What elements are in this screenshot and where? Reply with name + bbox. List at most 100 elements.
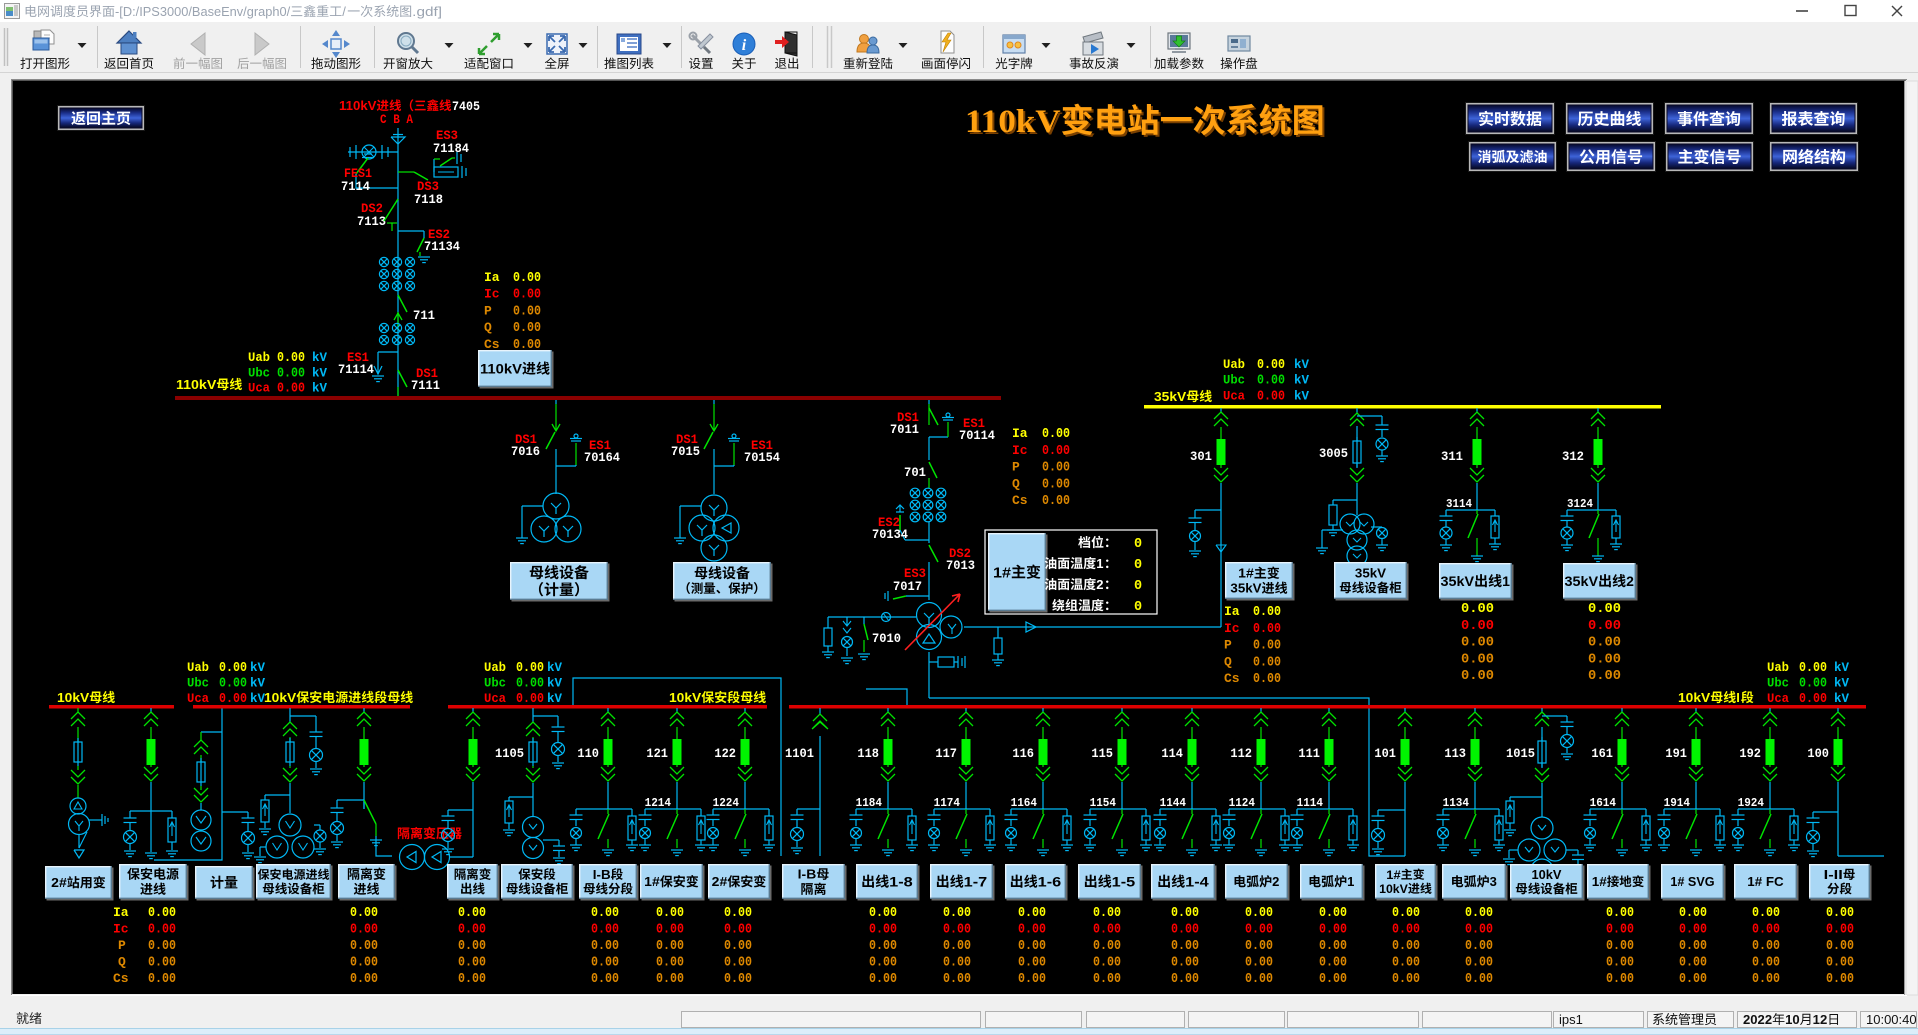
svg-text:0.00: 0.00 <box>1253 639 1281 654</box>
svg-text:0.00: 0.00 <box>513 288 541 303</box>
svg-text:0.00: 0.00 <box>1461 601 1494 617</box>
svg-text:71184: 71184 <box>433 141 469 156</box>
svg-text:0.00: 0.00 <box>148 956 176 971</box>
svg-text:0.00: 0.00 <box>869 956 897 971</box>
svg-text:1124: 1124 <box>1229 796 1255 810</box>
svg-text:0.00: 0.00 <box>1319 939 1347 954</box>
svg-text:0.00: 0.00 <box>1606 939 1634 954</box>
svg-text:1#: 1# <box>644 874 660 889</box>
svg-text:0.00: 0.00 <box>513 304 541 319</box>
svg-text:0.00: 0.00 <box>724 939 752 954</box>
svg-text:P: P <box>118 938 126 953</box>
svg-text:kV: kV <box>1294 358 1309 372</box>
svg-text:.gdf]: .gdf] <box>412 4 442 19</box>
svg-text:0.00: 0.00 <box>458 972 486 987</box>
svg-text:Uab: Uab <box>187 660 209 675</box>
svg-text:Ia: Ia <box>113 905 129 920</box>
svg-text:I-B: I-B <box>798 867 817 882</box>
svg-text:0.00: 0.00 <box>1392 923 1420 938</box>
svg-text:Q: Q <box>484 320 492 335</box>
svg-text:0.00: 0.00 <box>1257 374 1285 389</box>
svg-text:70134: 70134 <box>872 527 908 542</box>
svg-text:kV: kV <box>547 661 562 675</box>
svg-text:1#: 1# <box>1592 875 1607 889</box>
svg-text:0.00: 0.00 <box>1461 635 1494 651</box>
svg-text:0: 0 <box>1134 537 1142 552</box>
svg-text:100: 100 <box>1807 746 1829 761</box>
svg-text:0.00: 0.00 <box>1171 939 1199 954</box>
svg-text:2: 2 <box>1626 573 1634 589</box>
svg-text:10:00:40: 10:00:40 <box>1866 1012 1917 1027</box>
svg-text:0.00: 0.00 <box>869 906 897 921</box>
svg-text:0.00: 0.00 <box>1606 906 1634 921</box>
svg-text:113: 113 <box>1444 746 1466 761</box>
svg-text:0.00: 0.00 <box>1093 906 1121 921</box>
svg-text:0.00: 0.00 <box>1752 923 1780 938</box>
svg-text:0.00: 0.00 <box>1253 605 1281 620</box>
svg-text:1015: 1015 <box>1506 746 1535 761</box>
svg-text:1-5: 1-5 <box>1112 874 1136 890</box>
svg-text:Q: Q <box>118 955 126 970</box>
svg-text:117: 117 <box>935 746 957 761</box>
svg-text:1924: 1924 <box>1738 796 1764 810</box>
svg-text:0.00: 0.00 <box>1171 923 1199 938</box>
svg-text:1114: 1114 <box>1297 796 1323 810</box>
svg-text:0.00: 0.00 <box>1319 956 1347 971</box>
svg-text:0.00: 0.00 <box>1826 923 1854 938</box>
svg-text:0.00: 0.00 <box>943 906 971 921</box>
svg-text:0.00: 0.00 <box>458 956 486 971</box>
svg-text:0.00: 0.00 <box>277 351 305 366</box>
svg-text:1-7: 1-7 <box>964 874 988 890</box>
svg-text:10kV: 10kV <box>1379 882 1408 896</box>
svg-text:0.00: 0.00 <box>869 939 897 954</box>
svg-text:3: 3 <box>1490 874 1497 889</box>
svg-text:0.00: 0.00 <box>1465 956 1493 971</box>
svg-text:161: 161 <box>1591 746 1613 761</box>
svg-text:0.00: 0.00 <box>1679 956 1707 971</box>
svg-text:Uca: Uca <box>187 691 209 706</box>
svg-text:kV: kV <box>1294 374 1309 388</box>
svg-text:0.00: 0.00 <box>516 692 544 707</box>
svg-text:Uca: Uca <box>1767 691 1789 706</box>
svg-text:112: 112 <box>1230 746 1252 761</box>
svg-text:111: 111 <box>1298 746 1320 761</box>
svg-text:1#: 1# <box>993 564 1012 581</box>
svg-text:0.00: 0.00 <box>1171 972 1199 987</box>
svg-text:0.00: 0.00 <box>350 939 378 954</box>
svg-text:1184: 1184 <box>856 796 882 810</box>
svg-text:71114: 71114 <box>338 362 374 377</box>
svg-text:192: 192 <box>1739 746 1761 761</box>
svg-text:701: 701 <box>904 465 926 480</box>
svg-text:Uca: Uca <box>248 381 270 396</box>
svg-text:0.00: 0.00 <box>1752 972 1780 987</box>
svg-text:35kV: 35kV <box>1355 566 1387 581</box>
svg-text:0.00: 0.00 <box>516 677 544 692</box>
svg-text:0.00: 0.00 <box>1465 972 1493 987</box>
svg-text:10kV: 10kV <box>264 690 297 705</box>
svg-text:Ic: Ic <box>113 922 129 937</box>
svg-text:0.00: 0.00 <box>148 972 176 987</box>
svg-text:0.00: 0.00 <box>724 906 752 921</box>
svg-text:0.00: 0.00 <box>1392 972 1420 987</box>
svg-text:kV: kV <box>1834 677 1849 691</box>
svg-text:kV: kV <box>250 677 265 691</box>
svg-text:0.00: 0.00 <box>591 906 619 921</box>
svg-text:0.00: 0.00 <box>1093 956 1121 971</box>
svg-text:Uab: Uab <box>484 660 506 675</box>
svg-text:110kV: 110kV <box>480 361 523 377</box>
svg-text:1: 1 <box>1347 874 1354 889</box>
svg-text:I-II: I-II <box>1824 868 1843 882</box>
svg-text:0.00: 0.00 <box>1319 972 1347 987</box>
svg-text:0.00: 0.00 <box>1799 661 1827 676</box>
svg-text:35kV: 35kV <box>1230 581 1262 596</box>
svg-text:2#: 2# <box>712 874 728 889</box>
svg-text:10kV: 10kV <box>1532 868 1563 882</box>
svg-text:0.00: 0.00 <box>943 939 971 954</box>
svg-text:ips1: ips1 <box>1559 1012 1583 1027</box>
svg-text:7011: 7011 <box>890 422 919 437</box>
svg-text:0.00: 0.00 <box>724 923 752 938</box>
svg-text:35kV: 35kV <box>1154 389 1187 404</box>
svg-text:7405: 7405 <box>452 99 480 114</box>
svg-text:0.00: 0.00 <box>1042 444 1070 459</box>
svg-text:0.00: 0.00 <box>869 923 897 938</box>
